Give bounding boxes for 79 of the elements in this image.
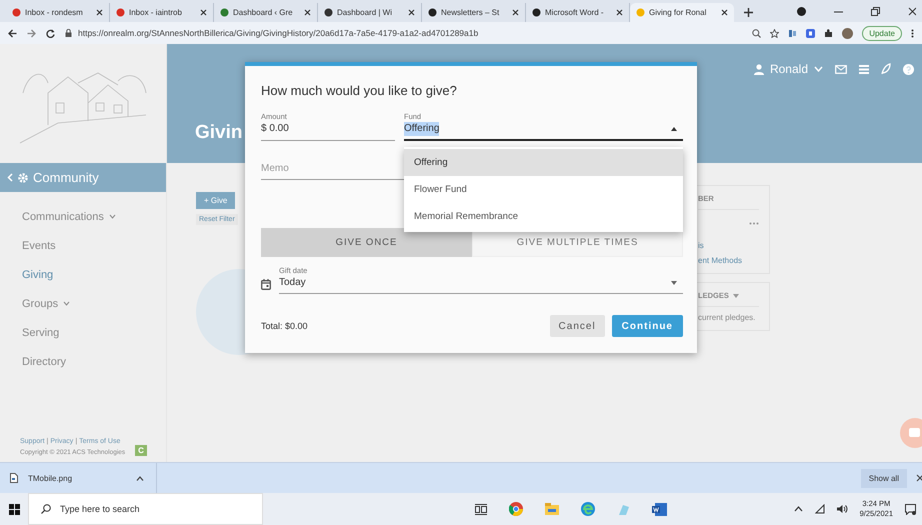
section-header[interactable]: Community xyxy=(0,163,166,192)
edge-app-icon[interactable] xyxy=(581,502,595,516)
card-link[interactable]: is xyxy=(698,241,759,250)
task-view-icon[interactable] xyxy=(475,504,487,514)
close-icon[interactable] xyxy=(616,9,623,16)
total-text: Total: $0.00 xyxy=(261,321,308,331)
show-all-button[interactable]: Show all xyxy=(860,468,907,488)
chevron-left-icon xyxy=(7,173,13,182)
star-icon[interactable] xyxy=(770,28,780,38)
avatar-icon[interactable] xyxy=(842,28,854,38)
chevron-up-icon[interactable] xyxy=(136,476,144,480)
file-icon xyxy=(10,473,18,483)
browser-tab[interactable]: Giving for Ronal xyxy=(630,3,734,22)
close-icon[interactable] xyxy=(512,9,519,16)
close-icon[interactable] xyxy=(200,9,207,16)
taskbar-search-field[interactable]: Type here to search xyxy=(28,493,263,525)
caret-up-icon xyxy=(671,127,677,131)
caret-down-icon xyxy=(671,281,677,285)
close-icon[interactable] xyxy=(916,474,922,482)
continue-button[interactable]: Continue xyxy=(612,315,683,337)
zoom-icon[interactable] xyxy=(752,28,762,38)
restore-icon[interactable] xyxy=(871,6,880,16)
extension-icon[interactable] xyxy=(788,28,798,38)
lock-icon xyxy=(65,29,72,37)
address-field[interactable]: https://onrealm.org/StAnnesNorthBillerica/Giving/GivingHistory/20a6d17a-7a5e-4179-a1a2-ad4701289a1b xyxy=(78,28,478,38)
card-link[interactable]: ent Methods xyxy=(698,256,759,265)
sidebar-item[interactable]: Communications xyxy=(22,202,166,231)
search-icon xyxy=(41,504,51,514)
card-text: current pledges. xyxy=(698,313,756,322)
user-menu[interactable]: Ronald xyxy=(754,62,823,76)
windows-start-icon[interactable] xyxy=(9,504,20,514)
close-icon[interactable] xyxy=(304,9,311,16)
site-icon xyxy=(636,8,645,17)
sidebar-item[interactable]: Giving xyxy=(22,260,166,289)
gear-icon xyxy=(17,172,29,184)
close-icon[interactable] xyxy=(908,6,916,16)
frequency-toggle[interactable]: GIVE ONCE xyxy=(261,228,472,257)
site-icon xyxy=(532,8,541,17)
forward-arrow-icon[interactable] xyxy=(27,28,36,38)
speaker-icon[interactable] xyxy=(836,504,848,514)
field-value: Offering xyxy=(404,122,440,136)
menu-option[interactable]: Memorial Remembrance xyxy=(404,203,683,230)
browser-app-icon[interactable] xyxy=(509,502,523,516)
chevron-down-icon xyxy=(814,66,823,72)
site-icon xyxy=(12,8,21,17)
sidebar-item[interactable]: Directory xyxy=(22,347,166,376)
update-button[interactable]: Update xyxy=(862,26,902,40)
reload-icon[interactable] xyxy=(46,28,55,38)
field-value: $ 0.00 xyxy=(261,122,290,136)
close-icon[interactable] xyxy=(721,9,728,16)
close-icon[interactable] xyxy=(408,9,415,16)
site-icon xyxy=(220,8,229,17)
word-app-icon[interactable] xyxy=(652,502,667,516)
calendar-icon xyxy=(261,279,271,290)
cancel-button[interactable]: Cancel xyxy=(550,315,605,337)
site-icon xyxy=(116,8,125,17)
menu-icon[interactable] xyxy=(911,28,914,38)
sidebar-item[interactable]: Groups xyxy=(22,289,166,318)
give-button[interactable]: + Give xyxy=(196,192,236,209)
sidebar-item[interactable]: Events xyxy=(22,231,166,260)
site-icon xyxy=(428,8,437,17)
site-icon xyxy=(324,8,333,17)
new-tab-icon[interactable] xyxy=(744,8,753,17)
close-icon[interactable] xyxy=(96,9,103,16)
field-value: Today xyxy=(279,276,306,290)
network-icon[interactable] xyxy=(814,504,825,514)
dialog-title: How much would you like to give? xyxy=(261,83,458,98)
back-arrow-icon[interactable] xyxy=(8,28,17,38)
profile-icon[interactable] xyxy=(797,6,806,16)
sidebar-item[interactable]: Serving xyxy=(22,318,166,347)
menu-option[interactable]: Offering xyxy=(404,149,683,176)
notification-icon[interactable] xyxy=(905,504,916,514)
chevron-up-icon[interactable] xyxy=(794,506,803,512)
puzzle-icon[interactable] xyxy=(824,28,834,38)
extension-icon[interactable] xyxy=(806,28,816,38)
person-icon xyxy=(754,64,764,74)
folder-app-icon[interactable] xyxy=(545,503,559,515)
logo-badge: C xyxy=(135,445,147,456)
page-title: Givin xyxy=(195,122,243,144)
